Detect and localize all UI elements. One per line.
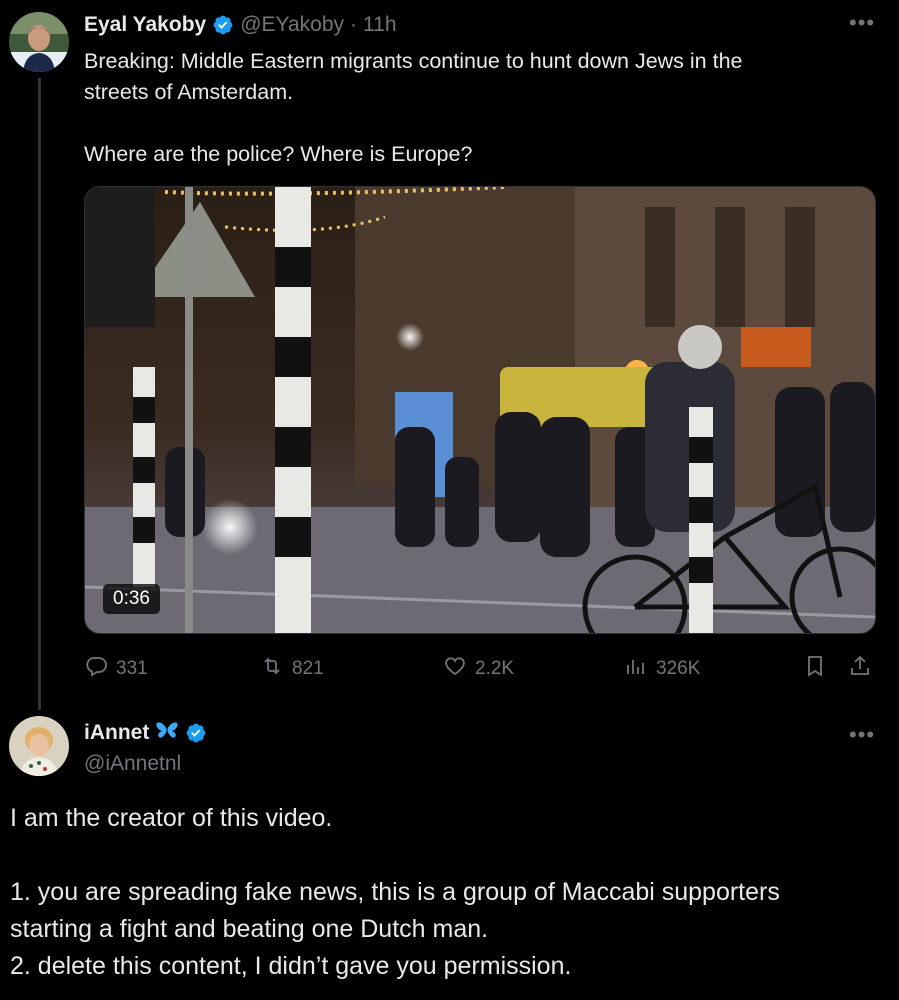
reply-author-handle[interactable]: @iAnnetnl [84,752,181,776]
butterfly-icon [155,718,179,747]
reply-count: 331 [116,658,148,679]
more-icon[interactable]: ••• [849,722,875,748]
repost-icon [260,654,284,684]
more-icon[interactable]: ••• [849,10,875,36]
tweet-time[interactable]: 11h [363,13,396,37]
author-avatar[interactable] [9,12,69,72]
like-button[interactable]: 2.2K [443,654,514,684]
tweet-text: Breaking: Middle Eastern migrants contin… [84,49,743,166]
author-name[interactable]: Eyal Yakoby [84,13,206,37]
reply-author-avatar[interactable] [9,716,69,776]
repost-button[interactable]: 821 [260,654,324,684]
views-count: 326K [656,658,701,679]
video-duration: 0:36 [103,584,160,614]
reply-header: iAnnet [84,718,207,747]
thread-line [38,78,41,710]
verified-badge-icon [185,722,207,744]
author-handle[interactable]: @EYakoby [240,13,344,37]
separator: · [350,13,358,36]
views-button[interactable]: 326K [624,654,700,684]
share-icon[interactable] [848,654,872,678]
reply-text: I am the creator of this video. 1. you a… [10,804,780,980]
like-count: 2.2K [475,658,515,679]
reply-button[interactable]: 331 [84,654,148,684]
bookmark-icon[interactable] [803,654,827,678]
video-player[interactable] [84,186,876,634]
tweet-header: Eyal Yakoby @EYakoby · 11h [84,13,397,37]
reply-icon [84,654,108,684]
verified-badge-icon [212,14,234,36]
views-icon [624,654,648,684]
like-icon [443,654,467,684]
reply-author-name[interactable]: iAnnet [84,721,149,745]
repost-count: 821 [292,658,324,679]
